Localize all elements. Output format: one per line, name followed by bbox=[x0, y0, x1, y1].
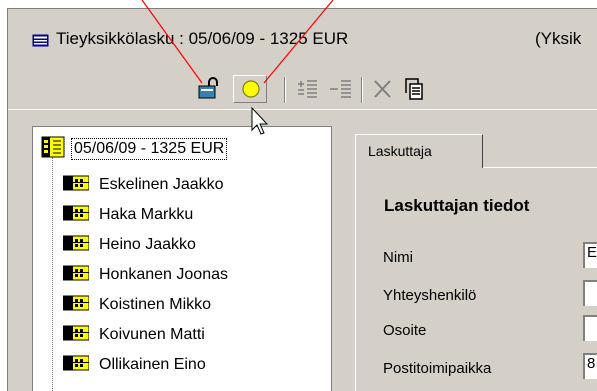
toolbar bbox=[8, 71, 597, 110]
copy-button[interactable] bbox=[403, 77, 429, 101]
tree-item[interactable]: Heino Jaakko bbox=[62, 231, 196, 259]
folder-icon bbox=[62, 233, 90, 258]
tree-item-label: Honkanen Joonas bbox=[99, 266, 228, 283]
tree-item-label: Ollikainen Eino bbox=[99, 356, 206, 373]
folder-icon bbox=[41, 136, 65, 163]
tree-item-label: Heino Jaakko bbox=[99, 236, 196, 253]
tree-item[interactable]: Haka Markku bbox=[62, 201, 194, 229]
copy-document-icon bbox=[403, 78, 429, 105]
tree-item[interactable]: Koistinen Mikko bbox=[62, 291, 212, 319]
tree-item-label: Eskelinen Jaakko bbox=[99, 176, 224, 193]
field-label-osoite: Osoite bbox=[383, 322, 427, 339]
circle-button[interactable] bbox=[233, 75, 267, 103]
delete-button[interactable] bbox=[370, 77, 396, 101]
tree-root-label: 05/06/09 - 1325 EUR bbox=[71, 138, 228, 160]
section-title: Laskuttajan tiedot bbox=[384, 196, 530, 215]
folder-icon bbox=[62, 263, 90, 288]
tree-root-node[interactable]: 05/06/09 - 1325 EUR bbox=[41, 136, 228, 163]
tree-connector bbox=[52, 157, 53, 391]
tree-item-label: Koistinen Mikko bbox=[99, 296, 212, 313]
postitoimipaikka-field[interactable]: 8 bbox=[583, 353, 597, 379]
toolbar-separator bbox=[361, 77, 363, 103]
folder-icon bbox=[62, 293, 90, 318]
tree-view[interactable]: 05/06/09 - 1325 EUR Eskelinen Jaakko Hak… bbox=[32, 126, 332, 391]
toolbar-separator bbox=[284, 77, 286, 103]
osoite-field[interactable] bbox=[583, 315, 597, 341]
remove-rows-button[interactable] bbox=[328, 77, 354, 101]
nimi-field[interactable]: E bbox=[583, 242, 597, 268]
window-title: Tieyksikkölasku : 05/06/09 - 1325 EUR bbox=[56, 29, 349, 48]
tree-item-label: Haka Markku bbox=[99, 206, 194, 223]
folder-icon bbox=[62, 353, 90, 378]
tree-item[interactable]: Ollikainen Eino bbox=[62, 351, 206, 379]
field-label-postitoimipaikka: Postitoimipaikka bbox=[383, 360, 492, 377]
yhteyshenkilo-field[interactable] bbox=[583, 280, 597, 306]
insert-rows-button[interactable] bbox=[295, 77, 321, 101]
title-bar: Tieyksikkölasku : 05/06/09 - 1325 EUR (Y… bbox=[8, 9, 597, 71]
field-label-yhteyshenkilo: Yhteyshenkilö bbox=[383, 287, 477, 304]
lock-button[interactable] bbox=[195, 77, 223, 101]
circle-icon bbox=[234, 80, 266, 106]
tree-item[interactable]: Koivunen Matti bbox=[62, 321, 205, 349]
remove-rows-icon bbox=[328, 80, 354, 105]
insert-rows-icon bbox=[295, 80, 321, 105]
window-title-secondary: (Yksik bbox=[535, 29, 582, 48]
window-menu-icon[interactable] bbox=[32, 34, 49, 47]
folder-icon bbox=[62, 203, 90, 228]
tab-label: Laskuttaja bbox=[368, 143, 432, 159]
folder-icon bbox=[62, 173, 90, 198]
delete-x-icon bbox=[370, 80, 396, 105]
lock-icon bbox=[195, 77, 223, 105]
field-label-nimi: Nimi bbox=[383, 249, 413, 266]
tree-item-label: Koivunen Matti bbox=[99, 326, 205, 343]
tree-item[interactable]: Honkanen Joonas bbox=[62, 261, 228, 289]
tab-laskuttaja[interactable]: Laskuttaja bbox=[355, 134, 483, 168]
folder-icon bbox=[62, 323, 90, 348]
tree-item[interactable]: Eskelinen Jaakko bbox=[62, 171, 224, 199]
